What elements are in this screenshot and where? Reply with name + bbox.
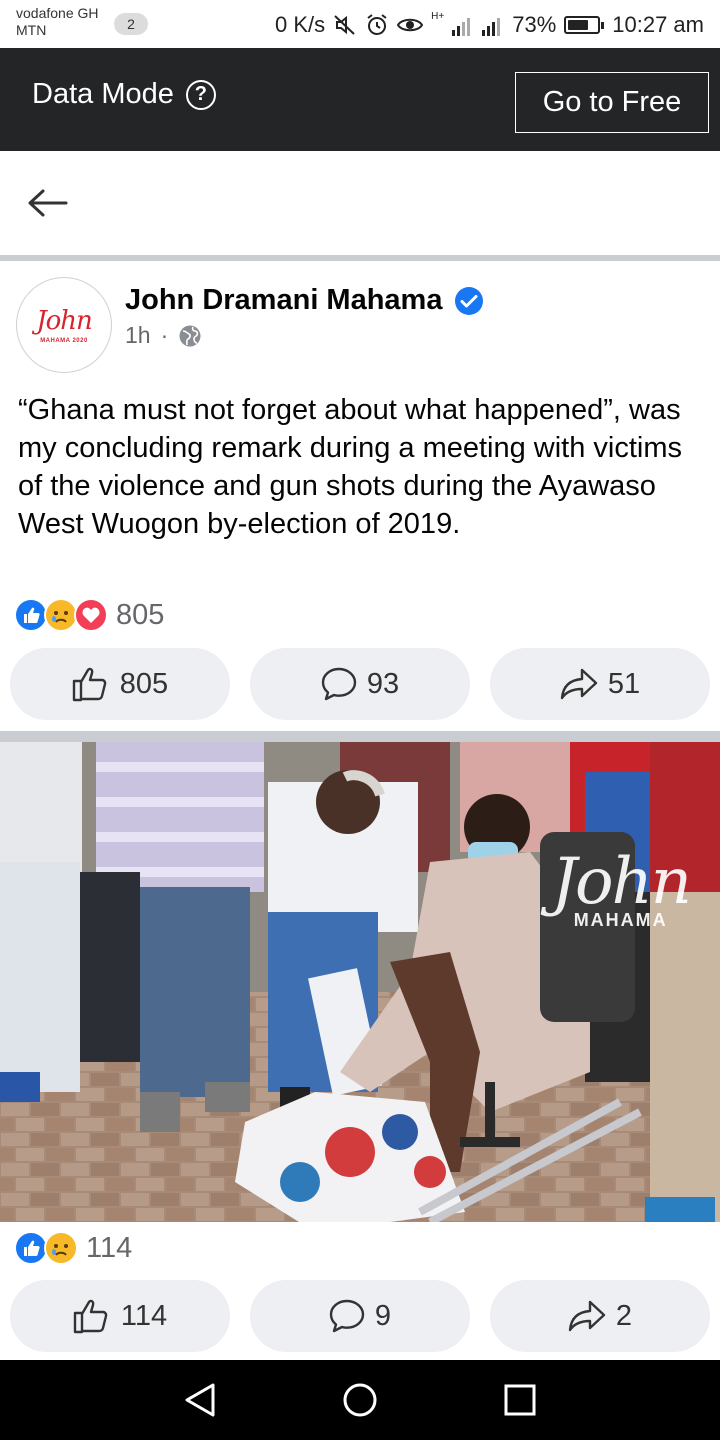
photo-like-button[interactable]: 114 — [10, 1280, 230, 1352]
status-icons: 0 K/s H+ 73% 10:27 am — [275, 10, 704, 40]
signal-icon-2 — [482, 18, 501, 36]
system-nav-bar — [0, 1360, 720, 1440]
data-mode-label: Data Mode — [32, 78, 174, 110]
action-row: 805 93 51 — [0, 648, 720, 720]
alarm-icon — [367, 14, 387, 35]
network-type: H+ — [431, 11, 445, 22]
carrier-line-1: vodafone GH — [16, 5, 99, 21]
post-time[interactable]: 1h — [125, 322, 151, 349]
like-reaction-icon — [14, 598, 48, 632]
watermark-word: John — [551, 845, 692, 919]
reaction-count: 805 — [116, 598, 165, 631]
sad-reaction-icon — [44, 598, 78, 632]
comment-button[interactable]: 93 — [250, 648, 470, 720]
like-button[interactable]: 805 — [10, 648, 230, 720]
share-count: 51 — [607, 667, 641, 700]
eye-icon — [397, 18, 424, 32]
thumbs-up-icon — [72, 667, 107, 702]
avatar-logo-sub: MAHAMA 2020 — [40, 338, 88, 344]
like-reaction-icon — [14, 1231, 48, 1265]
battery-fill — [568, 20, 589, 30]
share-icon — [568, 1300, 606, 1332]
verified-icon — [455, 286, 484, 315]
post-divider — [0, 731, 720, 742]
sad-reaction-icon — [44, 1231, 78, 1265]
reaction-summary[interactable]: 805 — [14, 598, 164, 632]
photo-action-row: 114 9 2 — [0, 1280, 720, 1352]
divider — [0, 255, 720, 261]
post-photo[interactable]: John MAHAMA — [0, 742, 720, 1222]
data-mode-title: Data Mode ? — [32, 78, 216, 111]
top-nav — [0, 151, 720, 255]
clock: 10:27 am — [612, 12, 704, 37]
nav-recents-icon[interactable] — [504, 1382, 536, 1418]
battery-percent: 73% — [512, 12, 557, 37]
photo-like-count: 114 — [120, 1299, 168, 1332]
help-icon[interactable]: ? — [185, 79, 216, 110]
thumbs-up-icon — [73, 1299, 108, 1334]
meta-separator: · — [160, 322, 169, 348]
author-name[interactable]: John Dramani Mahama — [125, 284, 442, 317]
back-arrow-icon[interactable] — [26, 187, 68, 219]
comment-count: 93 — [366, 667, 400, 700]
post-author: John Dramani Mahama — [125, 284, 484, 317]
net-speed: 0 K/s — [275, 12, 326, 37]
globe-icon — [179, 325, 201, 346]
post-text: “Ghana must not forget about what happen… — [18, 394, 683, 540]
love-reaction-icon — [74, 598, 108, 632]
signal-icon — [452, 18, 471, 36]
carrier-label: vodafone GH MTN — [16, 5, 99, 39]
battery-icon — [564, 16, 605, 34]
comment-icon — [321, 667, 357, 701]
photo-watermark: John MAHAMA — [551, 845, 692, 931]
photo-comment-button[interactable]: 9 — [250, 1280, 470, 1352]
like-count: 805 — [119, 667, 169, 700]
photo-share-count: 2 — [615, 1299, 633, 1332]
photo-reaction-count: 114 — [86, 1231, 133, 1264]
data-mode-bar: Data Mode ? Go to Free — [0, 48, 720, 151]
photo-share-button[interactable]: 2 — [490, 1280, 710, 1352]
photo-comment-count: 9 — [374, 1299, 392, 1332]
nav-back-icon[interactable] — [183, 1382, 217, 1418]
share-button[interactable]: 51 — [490, 648, 710, 720]
go-to-free-button[interactable]: Go to Free — [515, 72, 709, 133]
status-bar: vodafone GH MTN 2 0 K/s H+ 73% 10:27 am — [0, 0, 720, 48]
post-meta: 1h · — [125, 322, 202, 349]
share-icon — [560, 668, 598, 700]
carrier-line-2: MTN — [16, 22, 47, 38]
nav-home-icon[interactable] — [342, 1382, 378, 1418]
mute-icon — [334, 15, 355, 35]
comment-icon — [329, 1299, 365, 1333]
avatar-logo: John — [36, 306, 93, 336]
photo-scene — [0, 742, 720, 1222]
avatar[interactable]: John MAHAMA 2020 — [16, 277, 112, 373]
photo-reaction-summary[interactable]: 114 — [14, 1231, 132, 1265]
sim-badge: 2 — [114, 13, 148, 35]
